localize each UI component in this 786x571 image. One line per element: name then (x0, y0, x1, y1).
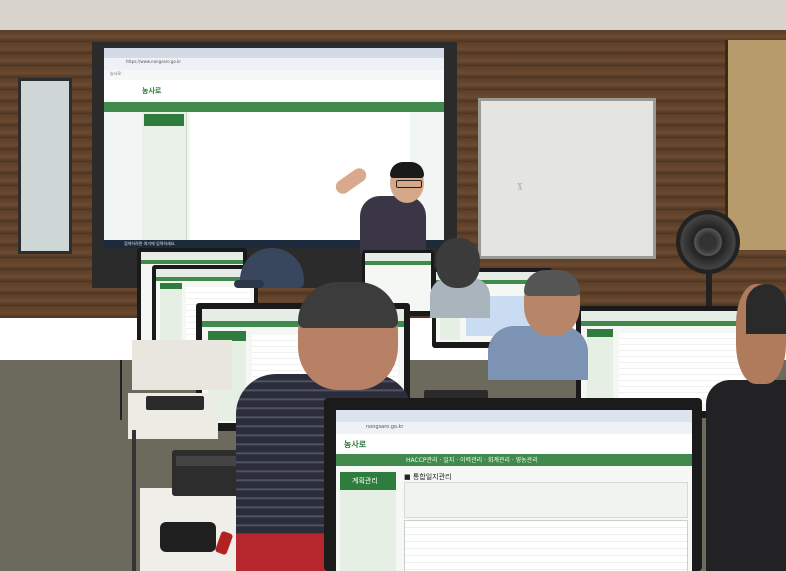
printer-tray (176, 456, 238, 466)
instructor-body (360, 196, 426, 256)
keyboard-left (146, 396, 204, 410)
screen-nav (141, 260, 243, 264)
screen-header (365, 253, 431, 261)
projected-bookmarks-bar: 농사로 · (104, 70, 444, 80)
ceiling (0, 0, 786, 30)
instructor-glasses (396, 180, 422, 188)
screen-sidebar-title (587, 329, 613, 337)
browser-tab-bar (336, 410, 692, 422)
left-window (18, 78, 72, 254)
site-sidebar-title: 계획관리 (340, 472, 396, 490)
browser-address-bar: nongsaro.go.kr (336, 422, 692, 434)
whiteboard: ɣ (478, 98, 656, 259)
student-hair (524, 270, 580, 296)
projected-site-header: 농사로 (104, 80, 444, 102)
dark-shirt (706, 380, 786, 571)
whiteboard-scribble: ɣ (517, 181, 523, 191)
pencil-case (160, 522, 216, 552)
site-logo: 농사로 (344, 440, 367, 449)
projected-logo: 농사로 (142, 87, 162, 95)
projected-sidebar-title (144, 114, 184, 126)
screen-nav (365, 261, 431, 265)
front-monitor-web-app: nongsaro.go.kr 농사로 HACCP관리 · 일지 · 이력관리 ·… (336, 410, 692, 571)
student-center-back (430, 238, 490, 318)
desk-leg (132, 430, 136, 571)
screen-sidebar (160, 283, 182, 345)
projected-url: https://www.nongsaro.go.kr (126, 59, 182, 64)
desk-back-left (132, 340, 232, 390)
screen-header (141, 252, 243, 260)
electric-fan (676, 210, 740, 274)
records-table (404, 520, 688, 571)
projected-browser-tabs (104, 48, 444, 58)
blue-shirt (488, 326, 588, 380)
classroom-photo: https://www.nongsaro.go.kr 농사로 · 농사로 검색하… (0, 0, 786, 571)
instructor-hair (390, 162, 424, 178)
site-header: 농사로 (336, 434, 692, 454)
student-blue-shirt (488, 270, 588, 380)
student-head (436, 238, 480, 288)
projected-address-bar: https://www.nongsaro.go.kr (104, 58, 444, 70)
projected-sidebar (142, 112, 187, 240)
site-nav-items: HACCP관리 · 일지 · 이력관리 · 회계관리 · 영농관리 (406, 457, 538, 464)
page-title: ■ 통합일지관리 (404, 473, 452, 481)
browser-url: nongsaro.go.kr (366, 424, 404, 430)
student-hair (298, 282, 398, 328)
sidebar-title-text: 계획관리 (352, 477, 378, 485)
projected-nav-bar (104, 102, 444, 112)
cable (120, 360, 122, 420)
screen-sidebar (587, 329, 613, 409)
student-right-edge (706, 284, 786, 571)
projected-bookmarks: 농사로 · (110, 71, 124, 76)
student-hair (746, 284, 786, 334)
right-wall-panel (725, 40, 786, 250)
projected-taskbar-search: 검색하려면 여기에 입력하세요. (124, 241, 176, 246)
search-form-panel (404, 482, 688, 518)
site-nav-bar: HACCP관리 · 일지 · 이력관리 · 회계관리 · 영농관리 (336, 454, 692, 466)
screen-sidebar-title (160, 283, 182, 289)
